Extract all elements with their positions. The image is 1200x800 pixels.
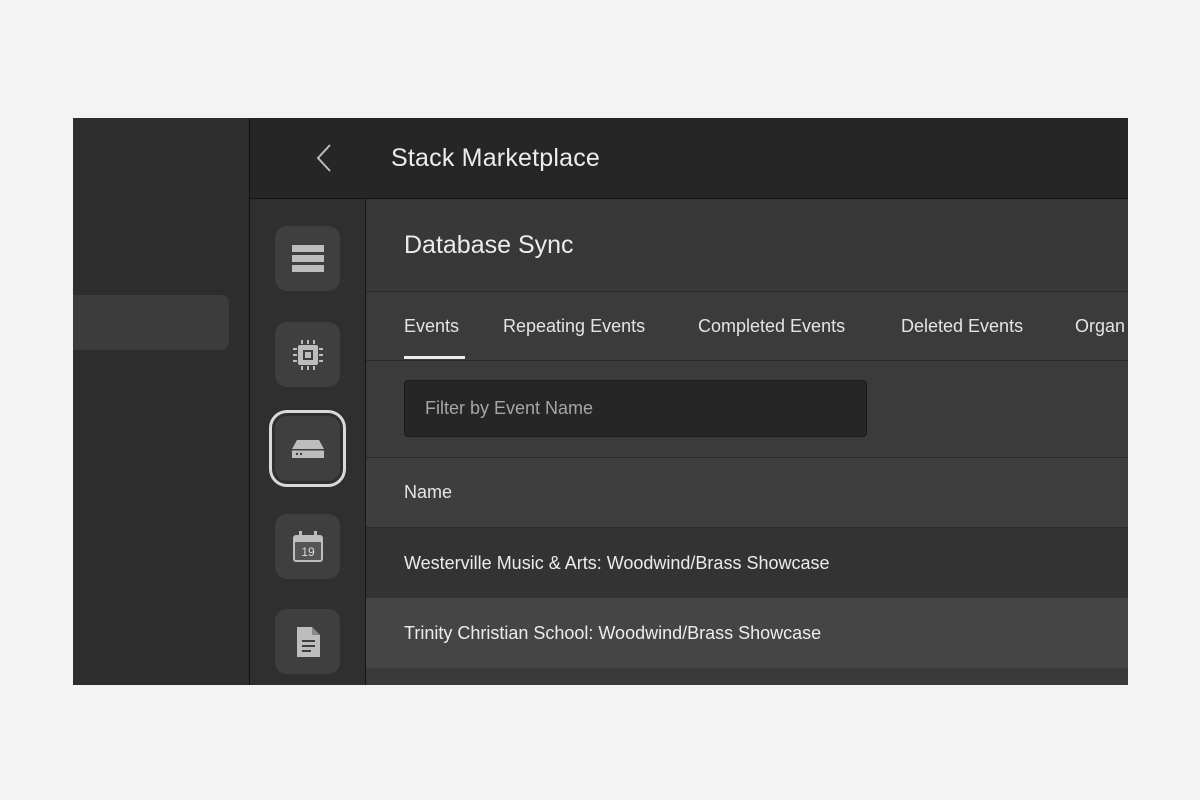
- table-header: Name: [366, 458, 1128, 528]
- rail-button-chip[interactable]: [275, 322, 340, 387]
- table-row[interactable]: Westerville Music & Arts: Woodwind/Brass…: [366, 528, 1128, 598]
- rail-button-document[interactable]: [275, 609, 340, 674]
- chip-icon: [292, 339, 323, 370]
- left-panel: [73, 118, 250, 685]
- tab-events[interactable]: Events: [404, 316, 459, 337]
- filter-area: [366, 361, 1128, 458]
- drive-icon: [291, 439, 324, 458]
- top-bar: Stack Marketplace: [250, 118, 1128, 199]
- tab-bar: Events Repeating Events Completed Events…: [366, 292, 1128, 361]
- main-content: Database Sync Events Repeating Events Co…: [366, 199, 1128, 685]
- app-window: Stack Marketplace 19 Database Sync Event…: [73, 118, 1128, 685]
- tab-completed-events[interactable]: Completed Events: [698, 316, 845, 337]
- stack-icon: [291, 244, 324, 272]
- table-row[interactable]: Trinity Christian School: Woodwind/Brass…: [366, 598, 1128, 668]
- page-title: Database Sync: [404, 231, 574, 259]
- tab-deleted-events[interactable]: Deleted Events: [901, 316, 1023, 337]
- tab-organ[interactable]: Organ: [1075, 316, 1125, 337]
- active-tab-indicator: [404, 356, 465, 359]
- content-header: Database Sync: [366, 199, 1128, 292]
- rail-button-stack[interactable]: [275, 226, 340, 291]
- calendar-icon: 19: [292, 530, 323, 562]
- icon-rail: 19: [250, 199, 366, 685]
- rail-button-calendar[interactable]: 19: [275, 514, 340, 579]
- calendar-day-text: 19: [301, 545, 315, 559]
- app-title: Stack Marketplace: [391, 144, 601, 172]
- rail-button-drive[interactable]: [269, 410, 346, 487]
- left-panel-selected-item[interactable]: [73, 295, 229, 350]
- event-name-cell: Westerville Music & Arts: Woodwind/Brass…: [404, 553, 830, 573]
- chevron-left-icon: [316, 144, 331, 172]
- document-icon: [296, 626, 320, 657]
- tab-repeating-events[interactable]: Repeating Events: [503, 316, 645, 337]
- event-name-cell: Trinity Christian School: Woodwind/Brass…: [404, 623, 822, 643]
- back-button[interactable]: [306, 140, 342, 176]
- column-header-name[interactable]: Name: [404, 482, 452, 503]
- filter-input[interactable]: [404, 380, 867, 437]
